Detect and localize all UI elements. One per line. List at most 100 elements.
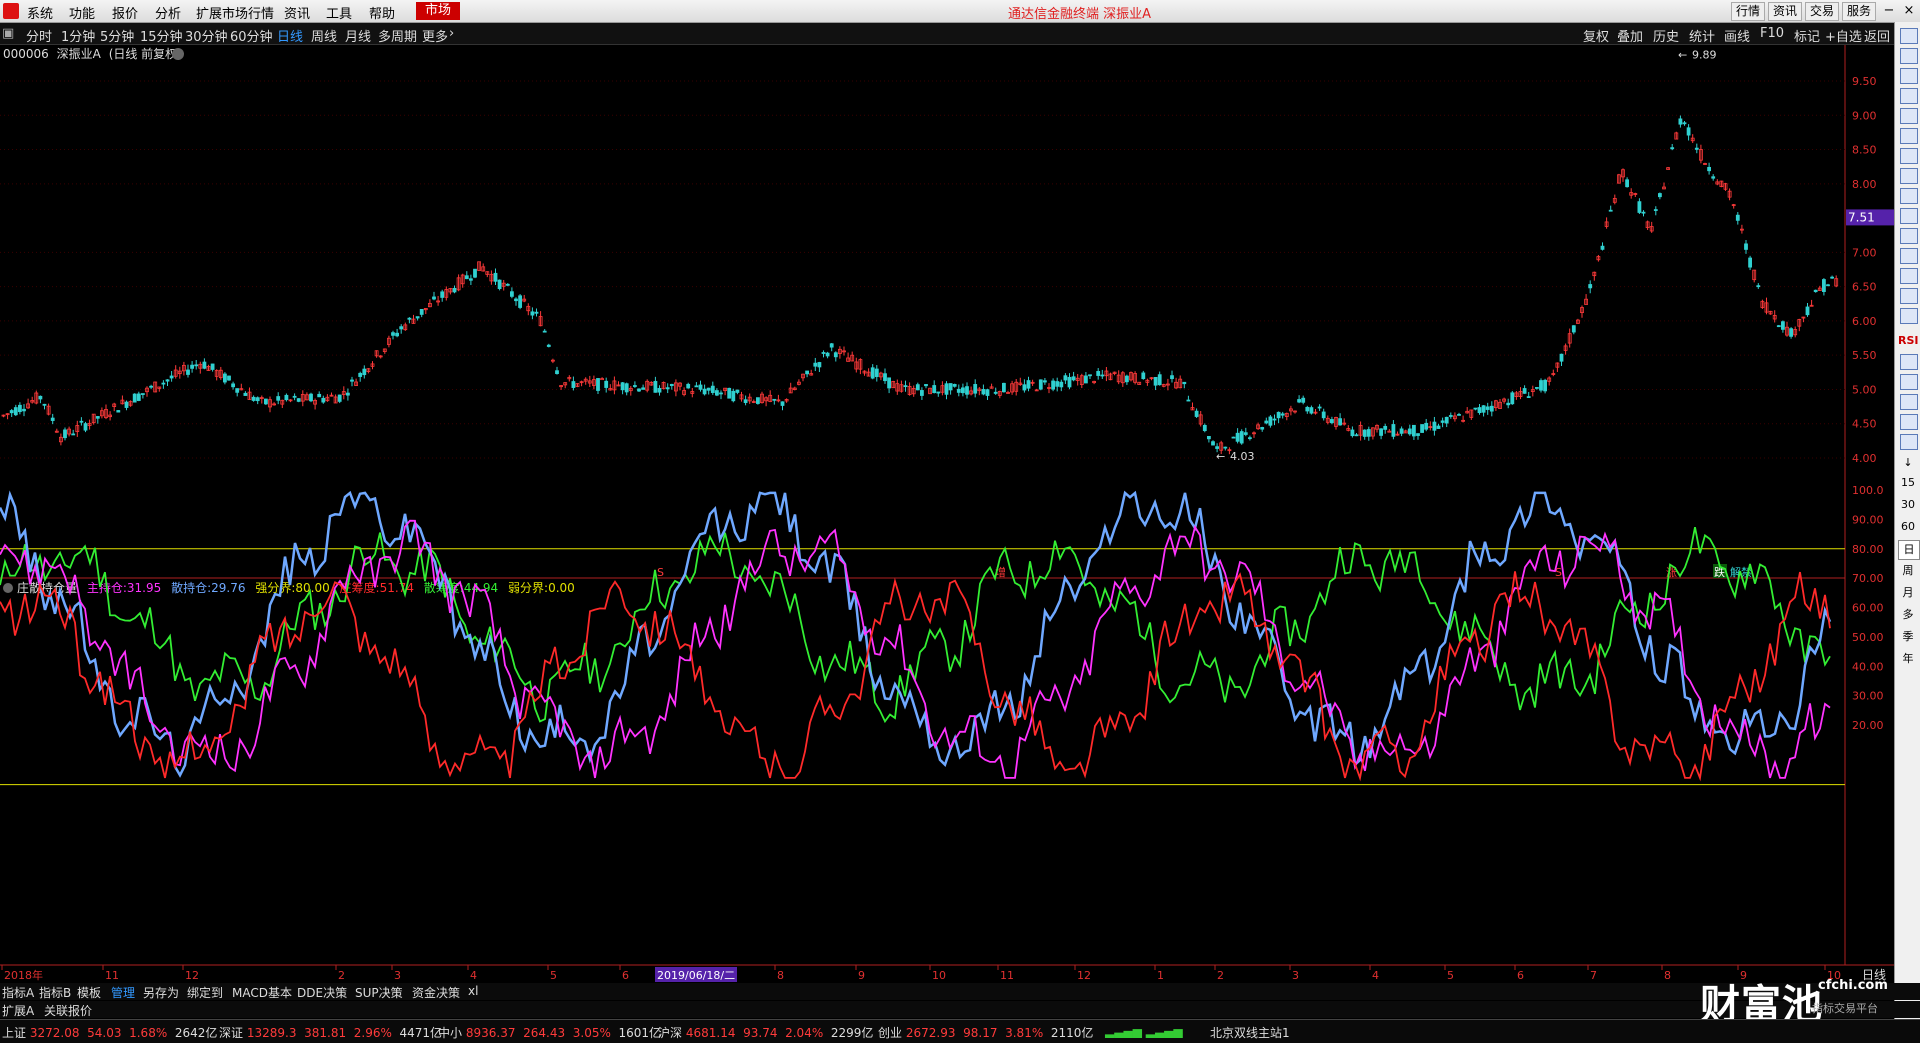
tab-related-quote[interactable]: 关联报价 — [44, 1002, 92, 1019]
service-button[interactable]: 服务 — [1842, 2, 1876, 21]
tab-dde[interactable]: DDE决策 — [297, 984, 347, 1001]
indicator-tick-label: 90.00 — [1852, 513, 1884, 526]
book-icon[interactable] — [1900, 414, 1918, 430]
candle-icon[interactable] — [1900, 148, 1918, 164]
chevron-down-icon[interactable] — [172, 48, 184, 60]
menu-tools[interactable]: 工具 — [326, 3, 352, 22]
candle-body — [1535, 387, 1539, 389]
period-weekly[interactable]: 周线 — [311, 26, 337, 45]
menu-news[interactable]: 资讯 — [284, 3, 310, 22]
tab-template[interactable]: 模板 — [77, 984, 101, 1001]
period-daily[interactable]: 日线 — [277, 26, 303, 45]
period-5min[interactable]: 5分钟 — [100, 26, 134, 45]
overlay-button[interactable]: 叠加 — [1617, 26, 1643, 45]
period-15min[interactable]: 15分钟 — [140, 26, 183, 45]
period-multi[interactable]: 多周期 — [378, 26, 417, 45]
news-button[interactable]: 资讯 — [1768, 2, 1802, 21]
zoom-in-icon[interactable] — [1900, 68, 1918, 84]
menu-system[interactable]: 系统 — [27, 3, 53, 22]
candle-body — [321, 397, 326, 403]
event-marker[interactable]: S — [657, 566, 664, 579]
mark-button[interactable]: 标记 — [1794, 26, 1820, 45]
server-name[interactable]: 北京双线主站1 — [1210, 1024, 1290, 1041]
main-chart[interactable]: 000006 深振业A (日线 前复权) 9.50 9.00 8.50 8.00 7.0… — [0, 45, 1894, 983]
candle-body — [1088, 374, 1092, 377]
pen-icon[interactable] — [1900, 394, 1918, 410]
fiz-icon[interactable] — [1900, 248, 1918, 264]
table-icon[interactable] — [1900, 268, 1918, 284]
sidebar-period-60[interactable]: 60 — [1898, 518, 1918, 536]
period-more[interactable]: 更多 — [422, 26, 448, 45]
zoom-out-icon[interactable] — [1900, 88, 1918, 104]
index-shanghai[interactable]: 上证 3272.08 54.03 1.68% 2642亿 — [2, 1024, 217, 1041]
period-30min[interactable]: 30分钟 — [185, 26, 228, 45]
trade-button[interactable]: 交易 — [1805, 2, 1839, 21]
period-monthly[interactable]: 月线 — [345, 26, 371, 45]
tab-indicator-b[interactable]: 指标B — [39, 984, 71, 1001]
wave-icon[interactable] — [1900, 308, 1918, 324]
tab-bind-to[interactable]: 绑定到 — [187, 984, 223, 1001]
add-watchlist-button[interactable]: +自选 — [1825, 26, 1862, 45]
candle-body — [920, 390, 924, 396]
move-icon[interactable] — [1900, 374, 1918, 390]
app-logo-icon — [3, 3, 19, 19]
document-icon[interactable] — [1900, 208, 1918, 224]
candle-body — [190, 364, 195, 369]
tab-fund[interactable]: 资金决策 — [412, 984, 460, 1001]
sidebar-period-day[interactable]: 日 — [1898, 540, 1920, 560]
circle-icon[interactable] — [1900, 288, 1918, 304]
list-icon[interactable] — [1900, 168, 1918, 184]
menu-ext-market[interactable]: 扩展市场行情 — [196, 3, 274, 22]
menu-help[interactable]: 帮助 — [369, 3, 395, 22]
chart-line-icon[interactable] — [1900, 128, 1918, 144]
sidebar-period-season[interactable]: 季 — [1898, 628, 1918, 646]
grid-icon[interactable] — [1900, 108, 1918, 124]
tab-save-as[interactable]: 另存为 — [143, 984, 179, 1001]
draw-button[interactable]: 画线 — [1724, 26, 1750, 45]
back-button[interactable]: 返回 — [1864, 26, 1890, 45]
period-intraday[interactable]: 分时 — [26, 26, 52, 45]
tab-extension-a[interactable]: 扩展A — [2, 1002, 34, 1019]
tab-sup[interactable]: SUP决策 — [355, 984, 403, 1001]
gear-icon[interactable] — [1900, 354, 1918, 370]
period-1min[interactable]: 1分钟 — [61, 26, 95, 45]
rsi-button[interactable]: RSI — [1898, 332, 1919, 350]
history-button[interactable]: 历史 — [1653, 26, 1679, 45]
menu-analysis[interactable]: 分析 — [155, 3, 181, 22]
index-shenzhen[interactable]: 深证 13289.3 381.81 2.96% 4471亿 — [219, 1024, 442, 1041]
tab-xl[interactable]: xl — [468, 984, 478, 998]
index-smallcap[interactable]: 中小 8936.37 264.43 3.05% 1601亿 — [438, 1024, 661, 1041]
sidebar-period-year[interactable]: 年 — [1898, 650, 1918, 668]
tab-indicator-a[interactable]: 指标A — [2, 984, 34, 1001]
sidebar-period-15[interactable]: 15 — [1898, 474, 1918, 492]
indicator-menu-icon[interactable] — [3, 583, 13, 593]
sidebar-period-month[interactable]: 月 — [1898, 584, 1918, 602]
f10-icon[interactable] — [1900, 188, 1918, 204]
close-icon[interactable]: × — [1898, 3, 1920, 19]
sidebar-period-30[interactable]: 30 — [1898, 496, 1918, 514]
minimize-icon[interactable]: − — [1878, 3, 1900, 19]
index-chinext[interactable]: 创业 2672.93 98.17 3.81% 2110亿 — [878, 1024, 1093, 1041]
candle-body — [706, 387, 711, 391]
index-hushen[interactable]: 沪深 4681.14 93.74 2.04% 2299亿 — [658, 1024, 873, 1041]
tool-icon[interactable]: ↓ — [1898, 454, 1918, 472]
quote-button[interactable]: 行情 — [1731, 2, 1765, 21]
adjust-button[interactable]: 复权 — [1583, 26, 1609, 45]
chart-icon[interactable] — [1900, 434, 1918, 450]
period-60min[interactable]: 60分钟 — [230, 26, 273, 45]
tab-macd-basic[interactable]: MACD基本 — [232, 984, 292, 1001]
info-icon[interactable] — [1900, 228, 1918, 244]
candle-body — [497, 279, 502, 290]
arrow-down-icon[interactable] — [1900, 48, 1918, 64]
menu-quote[interactable]: 报价 — [112, 3, 138, 22]
statistics-button[interactable]: 统计 — [1689, 26, 1715, 45]
sidebar-period-multi[interactable]: 多 — [1898, 606, 1918, 624]
f10-button[interactable]: F10 — [1760, 26, 1784, 41]
sidebar-period-week[interactable]: 周 — [1898, 562, 1918, 580]
retail-position-line — [0, 490, 1832, 778]
menu-function[interactable]: 功能 — [69, 3, 95, 22]
toggle-panel-icon[interactable]: ▣ — [2, 26, 14, 41]
market-button[interactable]: 市场 — [416, 2, 460, 20]
arrow-up-icon[interactable] — [1900, 28, 1918, 44]
tab-manage[interactable]: 管理 — [111, 984, 135, 1001]
